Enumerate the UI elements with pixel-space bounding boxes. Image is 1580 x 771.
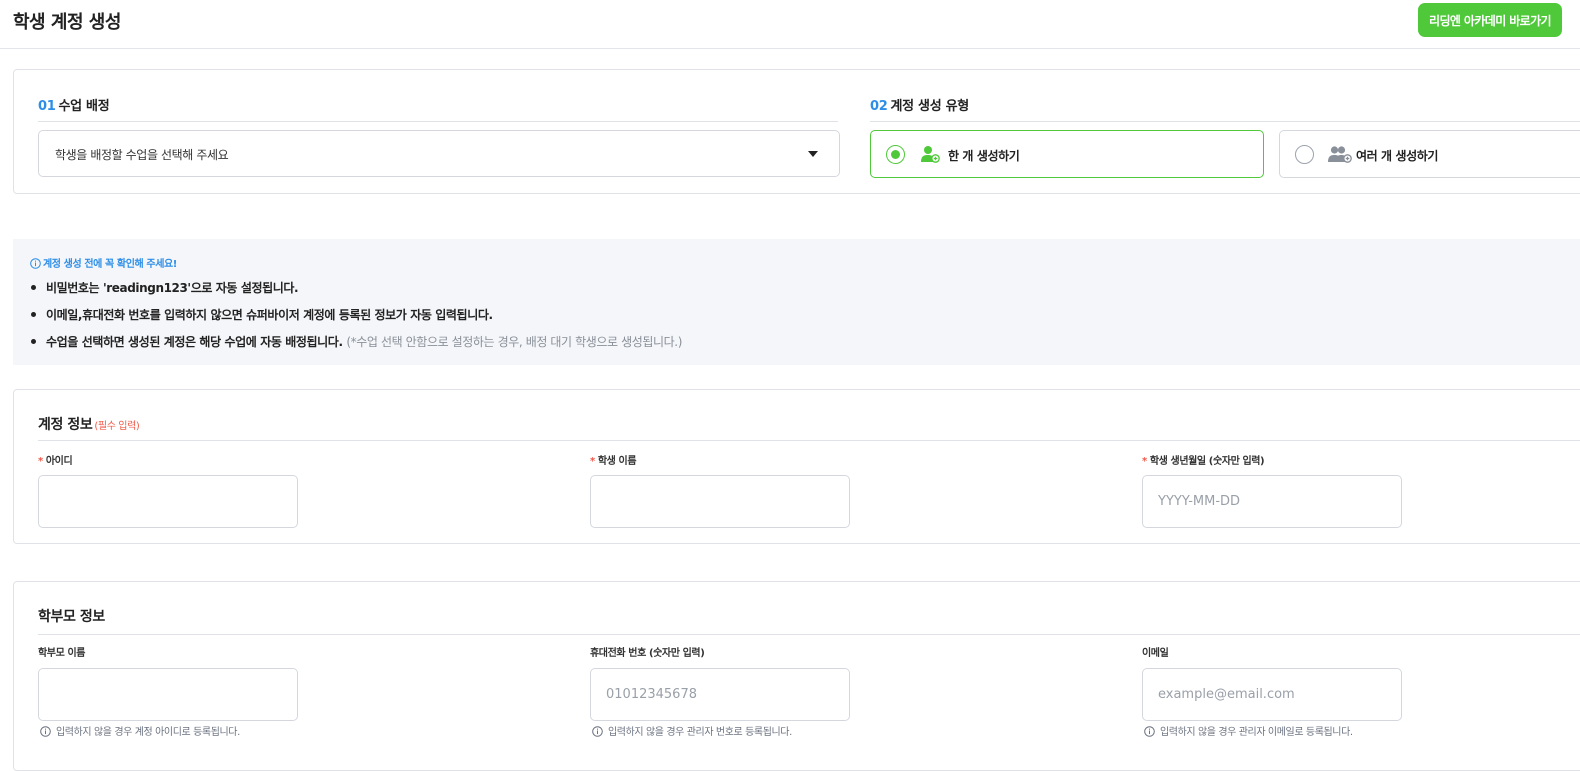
create-single-option[interactable]: 한 개 생성하기 [870, 130, 1264, 178]
info-icon [1144, 726, 1155, 737]
notice-item: 이메일,휴대전화 번호를 입력하지 않으면 슈퍼바이저 계정에 등록된 정보가 … [31, 306, 493, 323]
phone-hint: 입력하지 않을 경우 관리자 번호로 등록됩니다. [592, 723, 792, 738]
class-select[interactable]: 학생을 배정할 수업을 선택해 주세요 [38, 130, 840, 177]
id-label: * 아이디 [38, 456, 73, 467]
required-note: (필수 입력) [94, 421, 140, 432]
top-bar: 학생 계정 생성 리딩엔 아카데미 바로가기 [0, 0, 1580, 49]
notice-item: 비밀번호는 'readingn123'으로 자동 설정됩니다. [31, 279, 299, 296]
radio-unchecked[interactable] [1295, 145, 1314, 164]
student-name-input[interactable] [590, 475, 850, 528]
notice-item-note: (*수업 선택 안함으로 설정하는 경우, 배정 대기 학생으로 생성됩니다.) [346, 335, 682, 349]
create-single-label: 한 개 생성하기 [948, 149, 1020, 163]
email-label: 이메일 [1142, 648, 1169, 659]
email-hint: 입력하지 않을 경우 관리자 이메일로 등록됩니다. [1144, 723, 1353, 738]
parent-info-card: 학부모 정보 학부모 이름 입력하지 않을 경우 계정 아이디로 등록됩니다. … [13, 581, 1580, 771]
assign-divider [38, 121, 838, 122]
id-input[interactable] [38, 475, 298, 528]
create-type-section-title: 02 계정 생성 유형 [870, 99, 969, 114]
bullet [31, 285, 36, 290]
notice-item: 수업을 선택하면 생성된 계정은 해당 수업에 자동 배정됩니다. (*수업 선… [31, 333, 682, 350]
create-multiple-option[interactable]: 여러 개 생성하기 [1279, 130, 1580, 178]
user-add-icon [921, 145, 940, 167]
info-icon [40, 726, 51, 737]
info-icon [592, 726, 603, 737]
bullet [31, 339, 36, 344]
account-divider [38, 440, 1580, 441]
create-type-divider [870, 121, 1580, 122]
phone-input[interactable] [590, 668, 850, 721]
parent-name-input[interactable] [38, 668, 298, 721]
parent-divider [38, 634, 1580, 635]
parent-name-label: 학부모 이름 [38, 648, 86, 659]
info-icon [30, 258, 41, 269]
page-title: 학생 계정 생성 [13, 12, 121, 33]
birthdate-label: * 학생 생년월일 (숫자만 입력) [1142, 456, 1265, 467]
users-add-icon [1328, 145, 1352, 167]
account-info-card: 계정 정보 (필수 입력) * 아이디 * 학생 이름 * 학생 생년월일 (숫자만 입… [13, 389, 1580, 544]
class-select-value: 학생을 배정할 수업을 선택해 주세요 [55, 148, 229, 162]
assign-section-title: 01 수업 배정 [38, 99, 110, 114]
account-info-title: 계정 정보 (필수 입력) [38, 417, 140, 433]
birthdate-input[interactable] [1142, 475, 1402, 528]
radio-checked[interactable] [886, 145, 905, 164]
notice-title: 계정 생성 전에 꼭 확인해 주세요! [30, 255, 177, 270]
bullet [31, 312, 36, 317]
parent-info-title: 학부모 정보 [38, 609, 105, 625]
phone-label: 휴대전화 번호 (숫자만 입력) [590, 648, 705, 659]
academy-shortcut-button[interactable]: 리딩엔 아카데미 바로가기 [1418, 3, 1562, 37]
caret-down-icon [808, 151, 818, 157]
setup-card: 01 수업 배정 학생을 배정할 수업을 선택해 주세요 02 계정 생성 유형 한… [13, 69, 1580, 194]
email-input[interactable] [1142, 668, 1402, 721]
parent-name-hint: 입력하지 않을 경우 계정 아이디로 등록됩니다. [40, 723, 240, 738]
student-name-label: * 학생 이름 [590, 456, 637, 467]
create-multiple-label: 여러 개 생성하기 [1356, 149, 1439, 163]
notice-box: 계정 생성 전에 꼭 확인해 주세요! 비밀번호는 'readingn123'으… [13, 239, 1580, 365]
